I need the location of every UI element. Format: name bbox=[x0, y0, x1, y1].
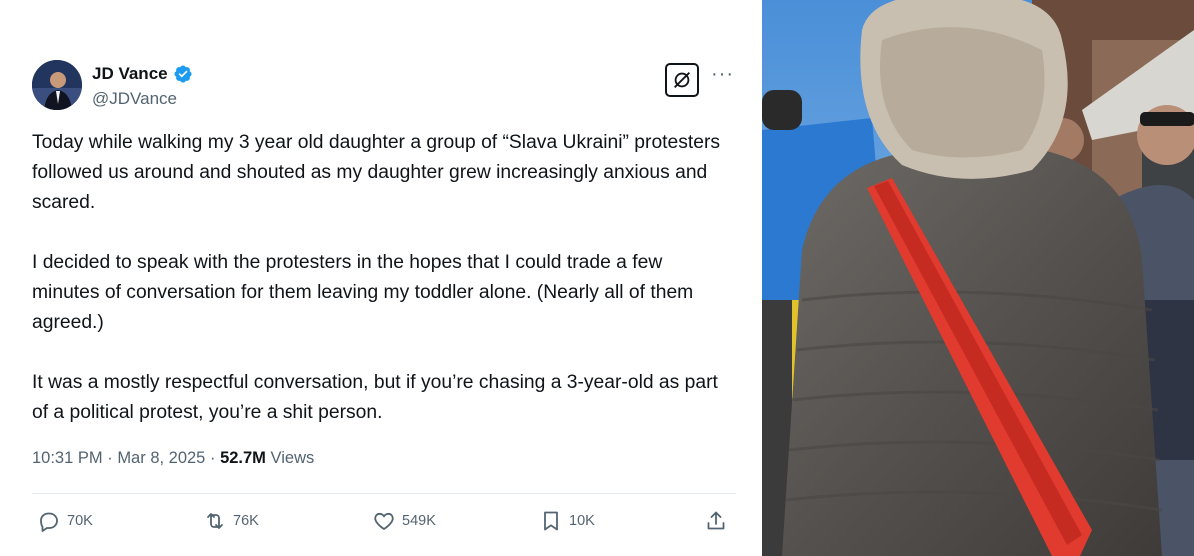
paragraph-spacer bbox=[32, 338, 732, 368]
repost-button[interactable]: 76K bbox=[203, 509, 259, 533]
author-handle[interactable]: @JDVance bbox=[92, 89, 177, 109]
action-bar: 70K 76K 549K 10K bbox=[0, 509, 760, 539]
more-icon[interactable]: ··· bbox=[711, 64, 734, 84]
attached-photo[interactable] bbox=[762, 0, 1194, 556]
author-name-row[interactable]: JD Vance bbox=[92, 64, 193, 84]
like-button[interactable]: 549K bbox=[372, 509, 436, 533]
like-count: 549K bbox=[402, 513, 436, 529]
avatar[interactable] bbox=[32, 60, 82, 110]
meta-separator: · bbox=[107, 449, 118, 467]
tweet-text: Today while walking my 3 year old daught… bbox=[32, 128, 732, 428]
tweet-card: JD Vance @JDVance ··· Today while walkin… bbox=[0, 0, 760, 556]
reply-button[interactable]: 70K bbox=[37, 509, 93, 533]
reply-count: 70K bbox=[67, 513, 93, 529]
paragraph-spacer bbox=[32, 218, 732, 248]
verified-badge-icon bbox=[174, 65, 192, 83]
share-icon bbox=[707, 511, 725, 530]
views-label: Views bbox=[270, 449, 315, 467]
views-count: 52.7M bbox=[220, 449, 266, 467]
divider bbox=[32, 493, 736, 494]
reply-icon bbox=[40, 512, 58, 532]
repost-count: 76K bbox=[233, 513, 259, 529]
repost-icon bbox=[207, 513, 223, 529]
grok-icon[interactable] bbox=[665, 63, 699, 97]
share-button[interactable] bbox=[704, 509, 728, 533]
tweet-paragraph: I decided to speak with the protesters i… bbox=[32, 252, 694, 333]
bookmark-button[interactable]: 10K bbox=[539, 509, 595, 533]
bookmark-count: 10K bbox=[569, 513, 595, 529]
protest-scene-image bbox=[762, 0, 1194, 556]
meta-separator: · bbox=[209, 449, 221, 467]
like-icon bbox=[374, 512, 394, 530]
tweet-meta: 10:31 PM · Mar 8, 2025 · 52.7M Views bbox=[32, 449, 314, 468]
tweet-time[interactable]: 10:31 PM bbox=[32, 449, 103, 467]
tweet-paragraph: Today while walking my 3 year old daught… bbox=[32, 132, 721, 213]
tweet-paragraph: It was a mostly respectful conversation,… bbox=[32, 372, 718, 423]
bookmark-icon bbox=[544, 511, 558, 531]
author-name[interactable]: JD Vance bbox=[92, 64, 168, 84]
tweet-date[interactable]: Mar 8, 2025 bbox=[117, 449, 205, 467]
